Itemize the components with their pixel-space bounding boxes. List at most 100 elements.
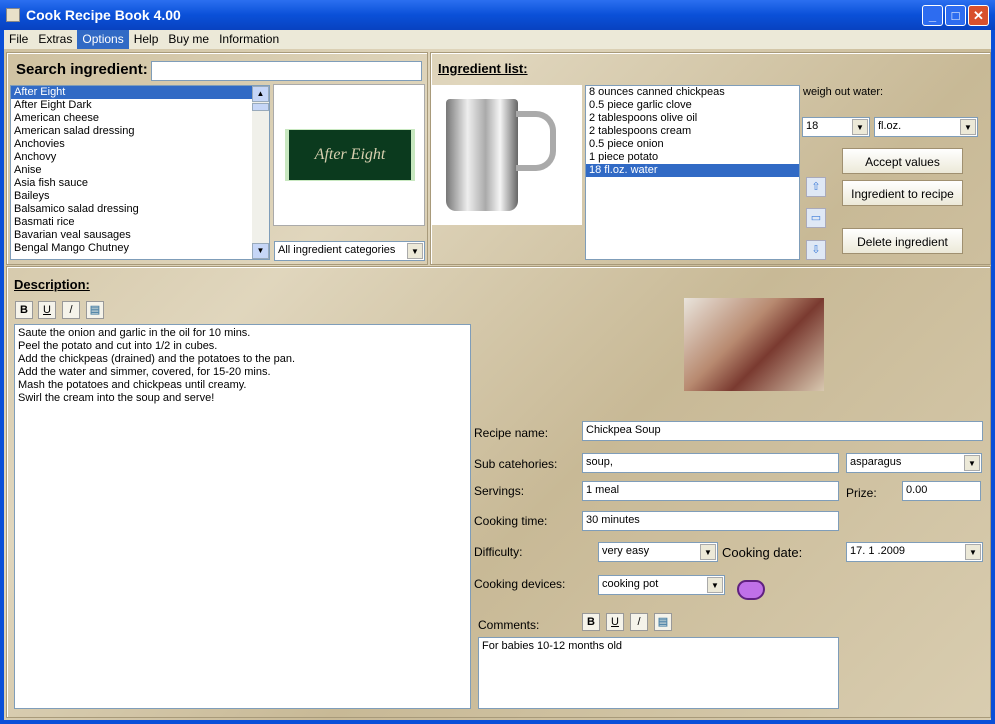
comments-bold-button[interactable]: B [582, 613, 600, 631]
list-item[interactable]: 2 tablespoons olive oil [586, 112, 799, 125]
list-item[interactable]: Basmati rice [11, 216, 269, 229]
chevron-down-icon[interactable]: ▼ [707, 577, 723, 593]
italic-button[interactable]: / [62, 301, 80, 319]
cooking-date-value: 17. 1 .2009 [850, 545, 906, 557]
ingredient-list-title: Ingredient list: [438, 61, 528, 76]
comments-document-icon[interactable]: ▤ [654, 613, 672, 631]
unit-select[interactable]: fl.oz. ▼ [874, 117, 978, 137]
comments-italic-button[interactable]: / [630, 613, 648, 631]
weigh-label: weigh out water: [803, 86, 884, 98]
list-item[interactable]: After Eight [11, 86, 269, 99]
ingredient-image: After Eight [273, 84, 425, 226]
amount-value: 18 [806, 120, 819, 132]
window-title: Cook Recipe Book 4.00 [26, 7, 181, 23]
bold-button[interactable]: B [15, 301, 33, 319]
chevron-down-icon[interactable]: ▼ [700, 544, 716, 560]
app-icon [6, 8, 20, 22]
list-item[interactable]: Anchovy [11, 151, 269, 164]
after-eight-logo: After Eight [289, 130, 411, 180]
move-up-icon[interactable]: ⇧ [806, 177, 826, 197]
recipe-name-input[interactable]: Chickpea Soup [582, 421, 983, 441]
menu-buy-me[interactable]: Buy me [163, 30, 214, 49]
cooking-time-input[interactable]: 30 minutes [582, 511, 839, 531]
description-line: Saute the onion and garlic in the oil fo… [18, 327, 251, 339]
close-button[interactable]: ✕ [968, 5, 989, 26]
list-item[interactable]: American cheese [11, 112, 269, 125]
list-item[interactable]: 0.5 piece onion [586, 138, 799, 151]
document-icon[interactable]: ▤ [86, 301, 104, 319]
accept-values-button[interactable]: Accept values [842, 148, 963, 174]
list-item[interactable]: Baileys [11, 190, 269, 203]
scrollbar[interactable]: ▲ ▼ [252, 86, 269, 259]
recipe-name-label: Recipe name: [474, 426, 549, 440]
cooking-time-label: Cooking time: [474, 514, 548, 528]
list-item[interactable]: Balsamico salad dressing [11, 203, 269, 216]
sub-category-select[interactable]: asparagus ▼ [846, 453, 982, 473]
menu-information[interactable]: Information [214, 30, 284, 49]
description-line: Add the chickpeas (drained) and the pota… [18, 353, 296, 365]
list-item[interactable]: 8 ounces canned chickpeas [586, 86, 799, 99]
scroll-thumb[interactable] [252, 103, 269, 111]
list-item[interactable]: Bengal Mango Chutney [11, 242, 269, 255]
menu-extras[interactable]: Extras [33, 30, 77, 49]
category-select-value: All ingredient categories [278, 244, 396, 256]
ingredient-to-recipe-button[interactable]: Ingredient to recipe [842, 180, 963, 206]
search-input[interactable] [151, 61, 422, 81]
list-item[interactable]: Anchovies [11, 138, 269, 151]
scroll-up-icon[interactable]: ▲ [252, 86, 269, 102]
comments-label: Comments: [478, 618, 540, 632]
scroll-down-icon[interactable]: ▼ [252, 243, 269, 259]
list-item[interactable]: 0.5 piece garlic clove [586, 99, 799, 112]
chevron-down-icon[interactable]: ▼ [965, 544, 981, 560]
prize-input[interactable]: 0.00 [902, 481, 981, 501]
difficulty-select[interactable]: very easy ▼ [598, 542, 718, 562]
difficulty-value: very easy [602, 545, 650, 557]
list-item[interactable]: 2 tablespoons cream [586, 125, 799, 138]
cooking-device-value: cooking pot [602, 578, 659, 590]
menu-options[interactable]: Options [77, 30, 129, 49]
unit-value: fl.oz. [878, 120, 902, 132]
recipe-ingredient-list[interactable]: 8 ounces canned chickpeas 0.5 piece garl… [585, 85, 800, 260]
list-item[interactable]: American salad dressing [11, 125, 269, 138]
list-item[interactable]: Asia fish sauce [11, 177, 269, 190]
category-select[interactable]: All ingredient categories ▼ [274, 241, 425, 261]
list-item[interactable]: 1 piece potato [586, 151, 799, 164]
prize-label: Prize: [846, 486, 877, 500]
chevron-down-icon[interactable]: ▼ [852, 119, 868, 135]
maximize-button[interactable]: □ [945, 5, 966, 26]
move-down-icon[interactable]: ⇩ [806, 240, 826, 260]
cooking-date-label: Cooking date: [722, 545, 803, 560]
servings-label: Servings: [474, 484, 525, 498]
difficulty-label: Difficulty: [474, 545, 523, 559]
list-item[interactable]: 18 fl.oz. water [586, 164, 799, 177]
cooking-date-picker[interactable]: 17. 1 .2009 ▼ [846, 542, 983, 562]
underline-button[interactable]: U [38, 301, 56, 319]
chevron-down-icon[interactable]: ▼ [964, 455, 980, 471]
minimize-button[interactable]: _ [922, 5, 943, 26]
cooking-devices-label: Cooking devices: [474, 577, 566, 591]
list-item[interactable]: After Eight Dark [11, 99, 269, 112]
comments-underline-button[interactable]: U [606, 613, 624, 631]
chevron-down-icon[interactable]: ▼ [407, 243, 423, 259]
cooking-pot-image [432, 85, 582, 225]
comments-textarea[interactable]: For babies 10-12 months old [478, 637, 839, 709]
description-textarea[interactable]: Saute the onion and garlic in the oil fo… [14, 324, 471, 709]
menu-file[interactable]: File [4, 30, 33, 49]
ingredient-search-list[interactable]: After Eight After Eight Dark American ch… [10, 85, 270, 260]
description-line: Peel the potato and cut into 1/2 in cube… [18, 340, 218, 352]
comment-icon[interactable]: ▭ [806, 208, 826, 228]
menu-bar: File Extras Options Help Buy me Information [4, 30, 991, 49]
chevron-down-icon[interactable]: ▼ [960, 119, 976, 135]
sub-category-value: asparagus [850, 456, 902, 468]
sub-categories-input[interactable]: soup, [582, 453, 839, 473]
description-title: Description: [14, 277, 90, 292]
cooking-devices-select[interactable]: cooking pot ▼ [598, 575, 725, 595]
menu-help[interactable]: Help [129, 30, 164, 49]
delete-ingredient-button[interactable]: Delete ingredient [842, 228, 963, 254]
description-line: Swirl the cream into the soup and serve! [18, 392, 215, 404]
title-bar: Cook Recipe Book 4.00 _ □ ✕ [0, 0, 995, 30]
servings-input[interactable]: 1 meal [582, 481, 839, 501]
list-item[interactable]: Anise [11, 164, 269, 177]
list-item[interactable]: Bavarian veal sausages [11, 229, 269, 242]
amount-select[interactable]: 18 ▼ [802, 117, 870, 137]
